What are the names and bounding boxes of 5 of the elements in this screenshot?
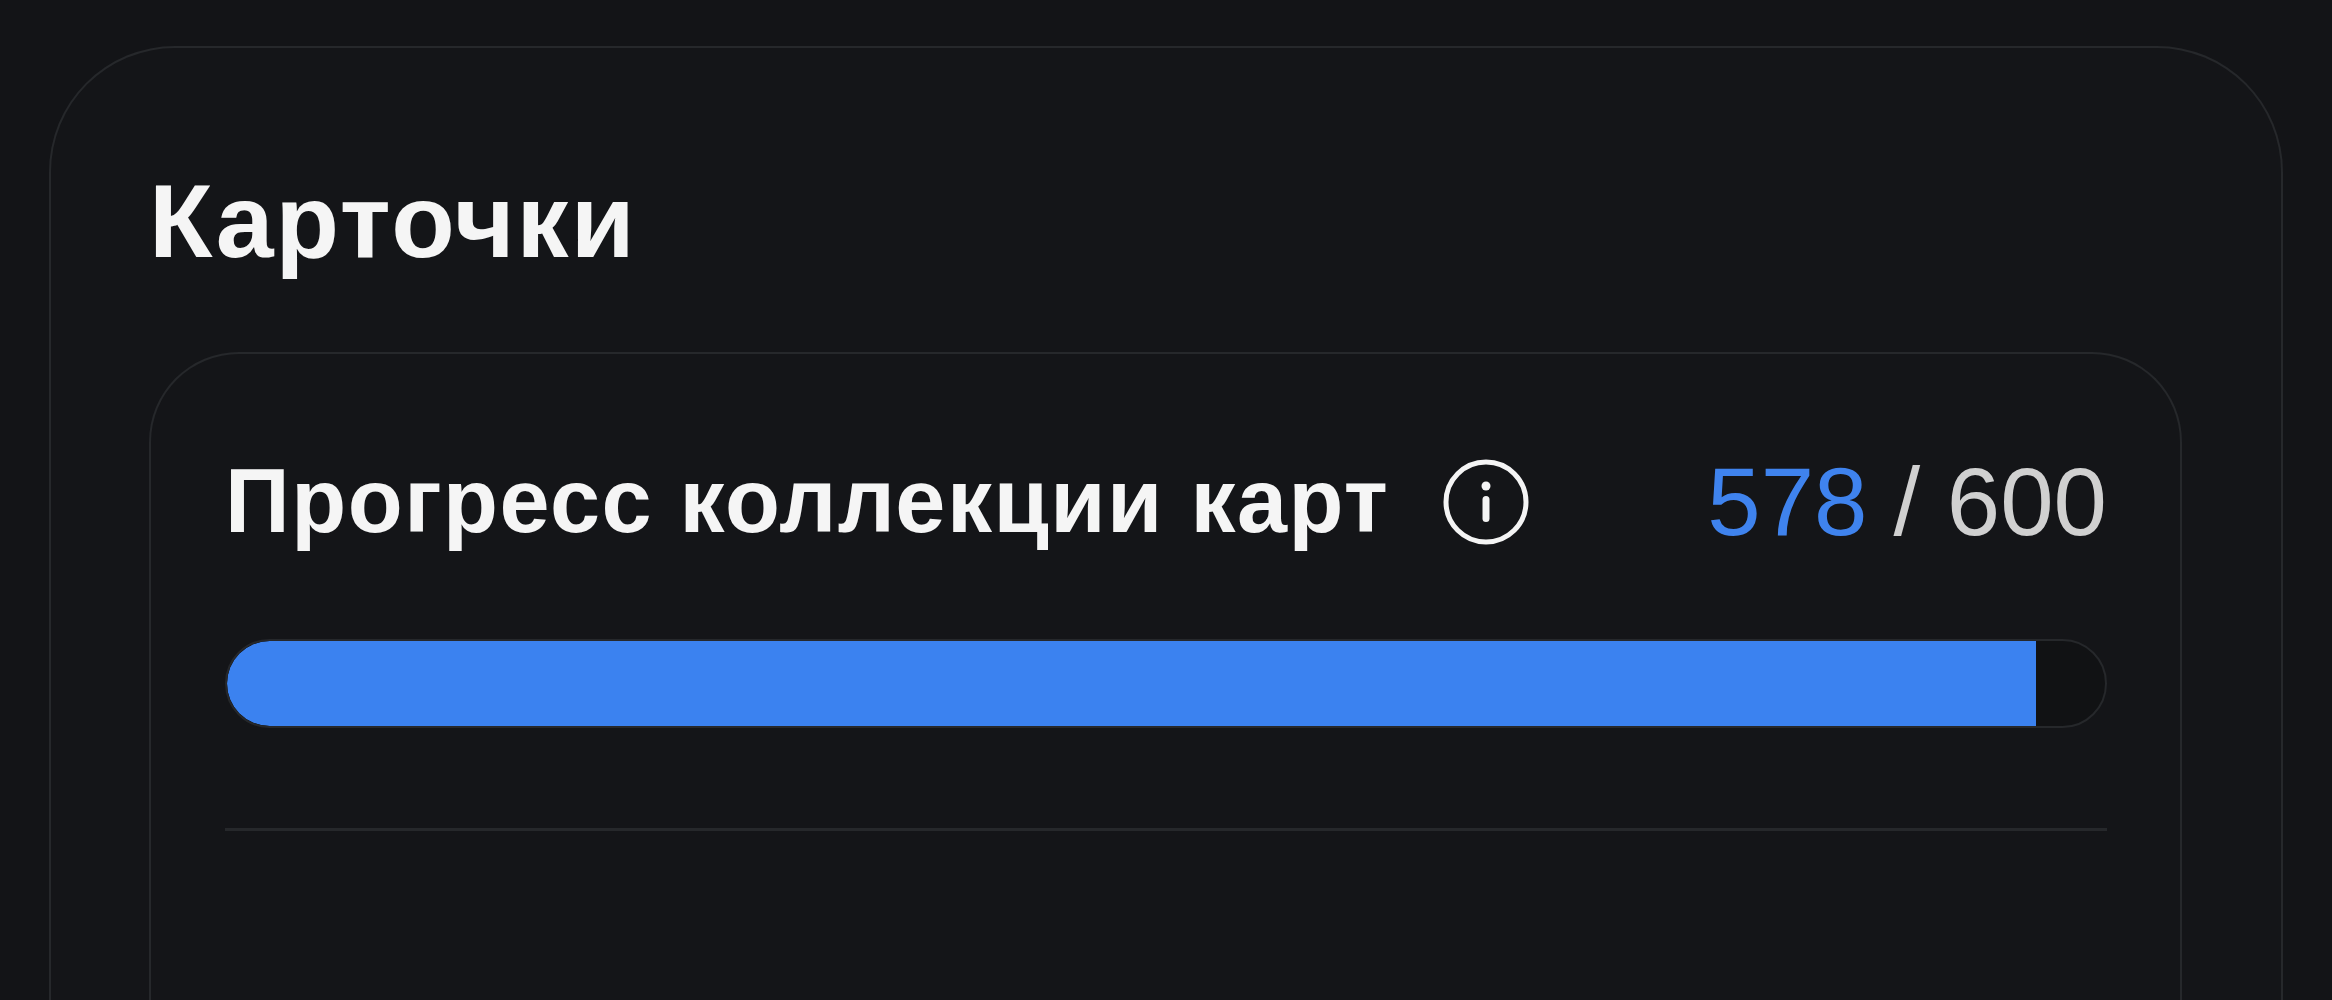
info-icon[interactable] (1443, 458, 1530, 545)
progress-label: Прогресс коллекции карт (225, 450, 1390, 554)
section-title: Карточки (149, 162, 637, 281)
collected-count: 578 (1707, 447, 1868, 557)
total-count: / 600 (1893, 447, 2107, 557)
